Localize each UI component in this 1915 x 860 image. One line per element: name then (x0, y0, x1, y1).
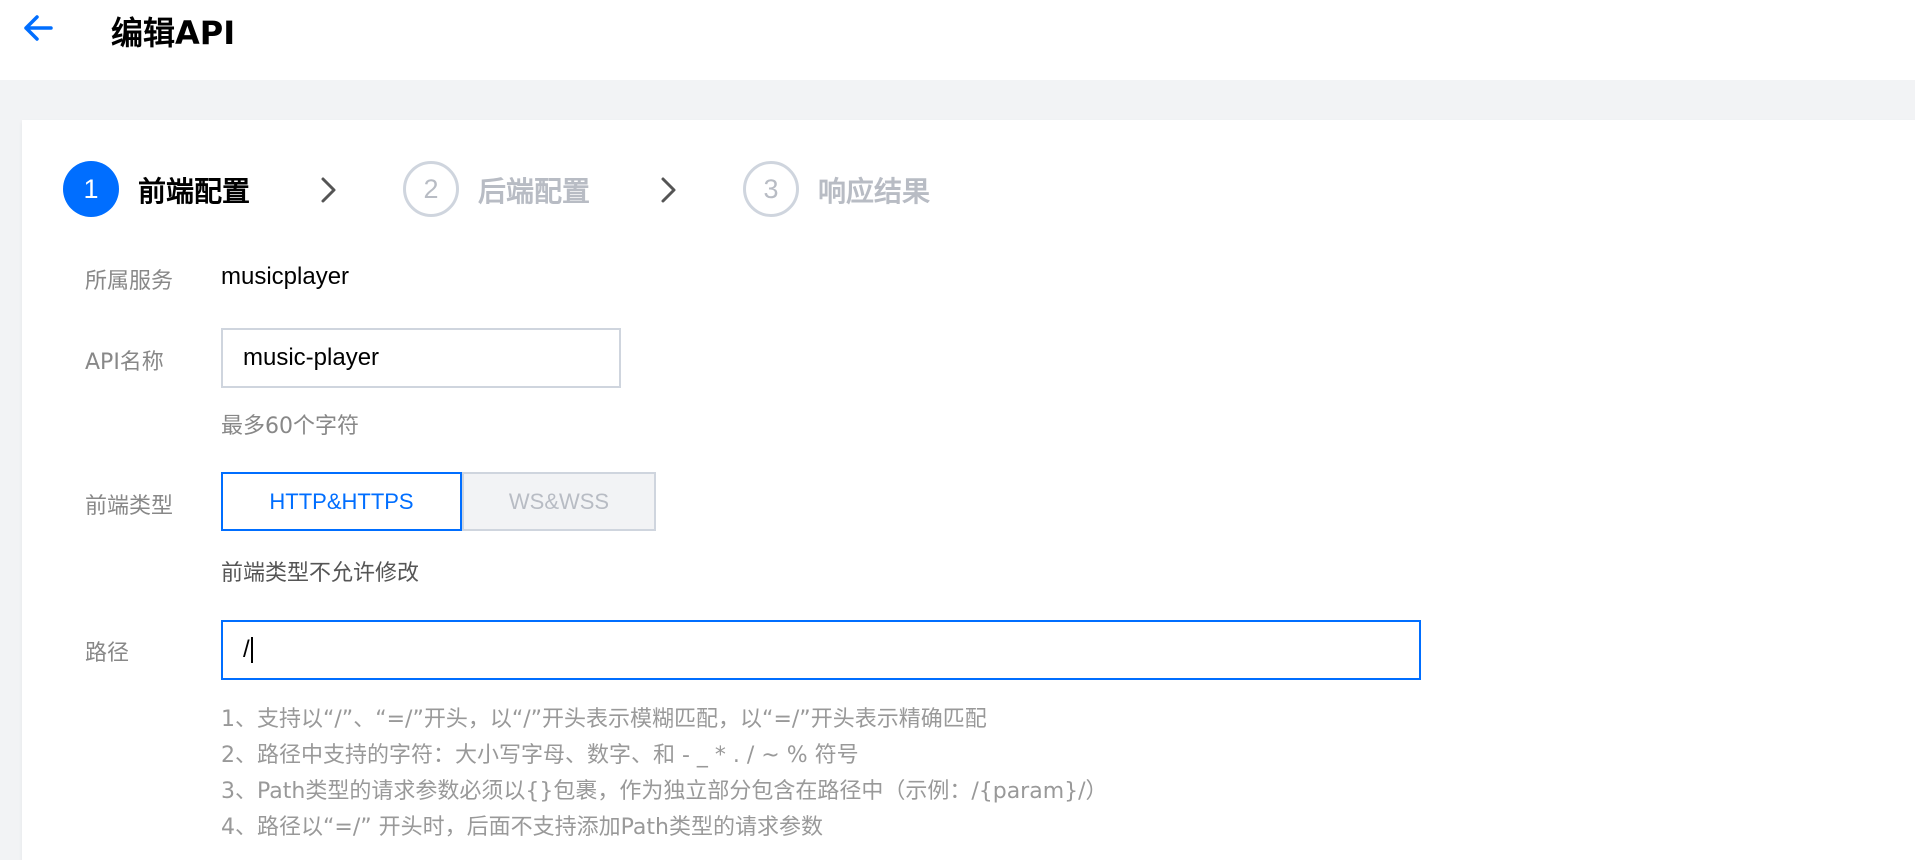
service-label: 所属服务 (85, 269, 174, 294)
api-name-label: API名称 (85, 350, 164, 375)
api-name-value: music-player (243, 344, 380, 371)
path-label: 路径 (85, 641, 130, 666)
path-rule-4: 4、路径以“=/” 开头时，后面不支持添加Path类型的请求参数 (221, 815, 823, 840)
text-cursor (250, 637, 253, 663)
step-3-label: 响应结果 (818, 175, 931, 208)
arrow-left-icon (24, 15, 53, 41)
step-3-indicator: 3 (743, 161, 799, 217)
step-1-indicator: 1 (63, 161, 119, 217)
path-rule-3: 3、Path类型的请求参数必须以{}包裹，作为独立部分包含在路径中（示例：/{p… (221, 779, 1108, 804)
service-value: musicplayer (221, 263, 350, 290)
http-https-option[interactable]: HTTP&HTTPS (221, 472, 462, 531)
chevron-right-icon (321, 177, 336, 203)
step-1-label: 前端配置 (138, 175, 251, 208)
ws-wss-option[interactable]: WS&WSS (462, 472, 656, 531)
path-value: / (243, 636, 250, 663)
step-2-indicator: 2 (403, 161, 459, 217)
page-title: 编辑API (111, 14, 236, 52)
chevron-right-icon (661, 177, 676, 203)
path-rule-1: 1、支持以“/”、“=/”开头，以“/”开头表示模糊匹配，以“=/”开头表示精确… (221, 707, 987, 732)
frontend-type-label: 前端类型 (85, 494, 174, 519)
path-rule-2: 2、路径中支持的字符：大小写字母、数字、和 - _ * . / ~ % 符号 (221, 743, 859, 768)
back-button[interactable] (20, 10, 56, 46)
api-name-input[interactable]: music-player (221, 328, 621, 388)
path-input[interactable]: / (221, 620, 1421, 680)
top-bar: 编辑API (0, 0, 1915, 80)
frontend-type-hint: 前端类型不允许修改 (221, 561, 420, 586)
api-name-hint: 最多60个字符 (221, 414, 359, 439)
step-2-label: 后端配置 (478, 175, 591, 208)
